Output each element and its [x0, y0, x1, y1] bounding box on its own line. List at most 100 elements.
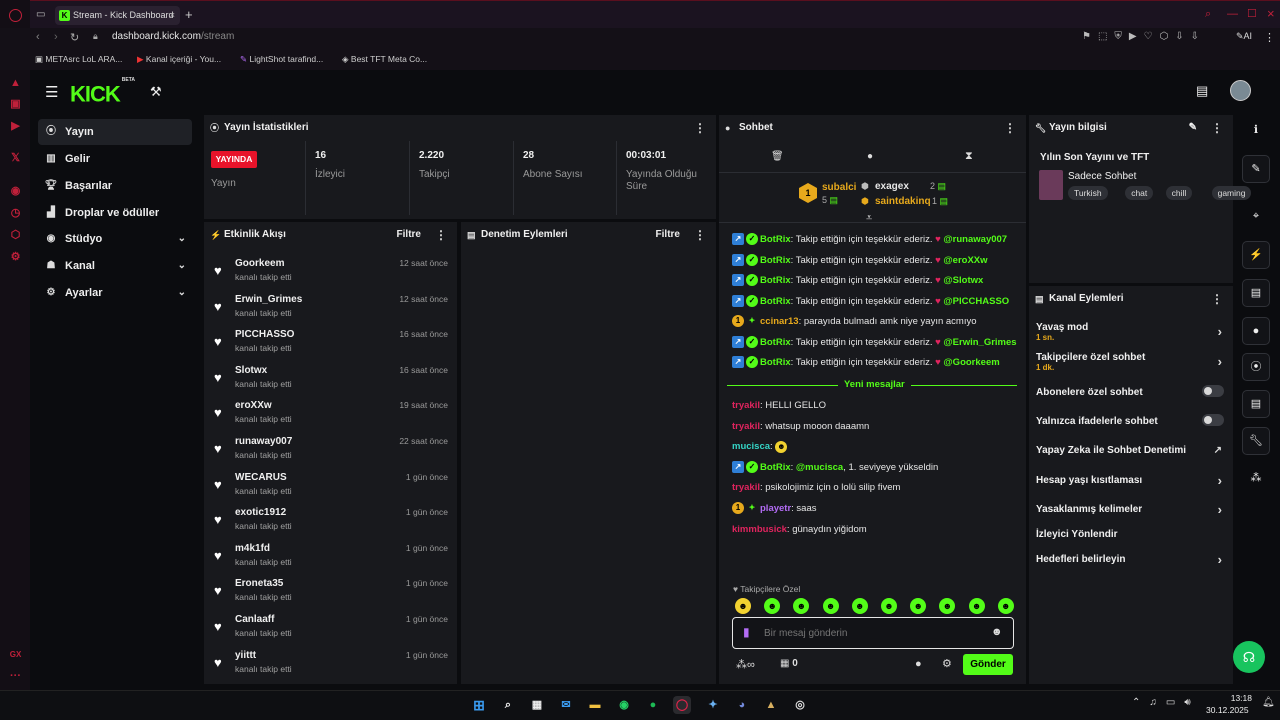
player-icon[interactable]: ◉	[9, 185, 22, 198]
chat-username[interactable]: BotRix	[760, 357, 791, 368]
feed-item[interactable]: ♥ Slotwx kanalı takip etti 16 saat önce	[214, 363, 450, 397]
share-icon[interactable]: ⁂	[1242, 465, 1270, 493]
settings-icon[interactable]: ⚙	[9, 251, 22, 264]
system-tray[interactable]: ⌃♫▭🔊︎	[1132, 697, 1200, 708]
more-icon[interactable]: ···	[9, 670, 22, 683]
more-options-icon[interactable]: ⋮	[1211, 115, 1223, 141]
chat-message[interactable]: tryakil: HELLI GELLO	[732, 398, 1022, 414]
leader-1-name[interactable]: subalci	[822, 182, 856, 193]
emote-icon[interactable]: ☻	[968, 598, 985, 614]
notification-icon[interactable]: 🔔︎	[1262, 697, 1275, 708]
tag-chip[interactable]: chat	[1125, 186, 1154, 200]
sidebar-item-studyo[interactable]: ◉ Stüdyo ⌄	[38, 226, 192, 252]
emote-icon[interactable]: ☻	[822, 598, 839, 614]
menu-icon[interactable]: ⋮	[1264, 31, 1275, 44]
emote-icon[interactable]: ☻	[735, 598, 751, 614]
back-icon[interactable]: ‹	[36, 31, 40, 43]
chat-mention[interactable]: @mucisca	[796, 462, 843, 473]
messenger-icon[interactable]: ▣	[9, 98, 22, 111]
toggle-switch[interactable]	[1202, 414, 1224, 426]
sidebar-item-droplar[interactable]: ▟ Droplar ve ödüller	[38, 200, 192, 226]
chat-mention[interactable]: @eroXXw	[943, 255, 987, 266]
channel-action-5[interactable]: Hesap yaşı kısıtlaması ›	[1036, 473, 1226, 488]
toolbar-icons[interactable]: ⚑⬚⛨▶♡⬡⇩⇩	[1082, 31, 1206, 42]
emoji-icon[interactable]: ☻	[991, 626, 1003, 638]
chat-settings-bubble-icon[interactable]: ●	[915, 658, 922, 670]
chat-username[interactable]: BotRix	[760, 296, 791, 307]
store-icon[interactable]: ▦	[528, 696, 546, 714]
chat-username[interactable]: BotRix	[760, 462, 791, 473]
hammer-icon[interactable]: ⚒	[150, 84, 162, 100]
toggle-switch[interactable]	[1202, 385, 1224, 397]
sidebar-item-yayin[interactable]: ⦿ Yayın	[38, 119, 192, 145]
feed-item[interactable]: ♥ Canlaaff kanalı takip etti 1 gün önce	[214, 612, 450, 646]
chat-username[interactable]: BotRix	[760, 234, 791, 245]
feed-item[interactable]: ♥ m4k1fd kanalı takip etti 1 gün önce	[214, 541, 450, 575]
channel-action-6[interactable]: Yasaklanmış kelimeler ›	[1036, 502, 1226, 517]
filter-button[interactable]: Filtre	[397, 222, 421, 248]
sidebar-item-kanal[interactable]: ☗ Kanal ⌄	[38, 253, 192, 279]
close-tab-icon[interactable]: ×	[170, 6, 175, 25]
mic-icon[interactable]: ▮	[743, 625, 750, 639]
url-field[interactable]: dashboard.kick.com/stream	[112, 31, 234, 42]
bookmark-lightshot[interactable]: ✎ LightShot tarafind...	[240, 54, 323, 65]
ai-button[interactable]: ✎AI	[1236, 31, 1252, 42]
channel-action-4[interactable]: Yapay Zeka ile Sohbet Denetimi ↗	[1036, 445, 1226, 456]
chat-username[interactable]: tryakil	[732, 400, 760, 411]
bookmark-tft[interactable]: ◈ Best TFT Meta Co...	[342, 54, 427, 65]
history-icon[interactable]: ◷	[9, 207, 22, 220]
youtube-icon[interactable]: ▶	[9, 120, 22, 133]
tag-chip[interactable]: Turkish	[1068, 186, 1108, 200]
gear-icon[interactable]: ⚙	[942, 657, 952, 670]
support-button[interactable]: ☊	[1233, 641, 1265, 673]
sidebar-item-gelir[interactable]: ▥ Gelir	[38, 146, 192, 172]
forward-icon[interactable]: ›	[54, 31, 58, 43]
feed-item[interactable]: ♥ PICCHASSO kanalı takip etti 16 saat önce	[214, 327, 450, 361]
sidebar-item-ayarlar[interactable]: ⚙ Ayarlar ⌄	[38, 280, 192, 306]
gx-icon[interactable]: GX	[9, 648, 22, 661]
document-icon[interactable]: ▤	[1242, 279, 1270, 307]
emote-icon[interactable]: ☻	[997, 598, 1014, 614]
league-icon[interactable]: ▲	[762, 696, 780, 714]
more-options-icon[interactable]: ⋮	[1211, 286, 1223, 312]
chat-input[interactable]	[764, 624, 974, 642]
hourglass-icon[interactable]: ⧗	[965, 150, 973, 163]
search-icon[interactable]: ⌕	[1205, 8, 1211, 21]
windows-start-icon[interactable]: ⊞	[470, 696, 488, 714]
ai-icon[interactable]: ▲	[9, 77, 22, 90]
chat-bubble-icon[interactable]: ●	[867, 151, 873, 162]
feed-item[interactable]: ♥ Erwin_Grimes kanalı takip etti 12 saat ön…	[214, 292, 450, 326]
chat-icon[interactable]: ●	[1242, 317, 1270, 345]
whatsapp-icon[interactable]: ◉	[615, 696, 633, 714]
more-options-icon[interactable]: ⋮	[1004, 115, 1016, 141]
edit-icon[interactable]: ✎	[1189, 115, 1197, 141]
tag-chip[interactable]: gaming	[1211, 186, 1252, 200]
app-icon[interactable]: ✦	[704, 696, 722, 714]
edit-icon[interactable]: ✎	[1242, 155, 1270, 183]
filter-button[interactable]: Filtre	[656, 222, 680, 248]
chat-message[interactable]: mucisca: ☻	[732, 439, 1022, 455]
chat-username[interactable]: mucisca	[732, 441, 770, 452]
channel-action-7[interactable]: İzleyici Yönlendir	[1036, 529, 1226, 540]
avatar[interactable]	[1230, 80, 1251, 101]
more-options-icon[interactable]: ⋮	[435, 222, 447, 248]
hamburger-icon[interactable]: ☰	[45, 83, 58, 101]
feed-item[interactable]: ♥ Goorkeem kanalı takip etti 12 saat önce	[214, 256, 450, 290]
chat-message[interactable]: ↗ ✓ BotRix: Takip ettiğin için teşekkür ed…	[732, 355, 1022, 371]
chat-mention[interactable]: @PICCHASSO	[943, 296, 1009, 307]
channel-action-1[interactable]: Takipçilere özel sohbet 1 dk. ›	[1036, 352, 1226, 372]
sidebar-item-basarilar[interactable]: 🏆︎ Başarılar	[38, 173, 192, 199]
chat-mention[interactable]: @Erwin_Grimes	[943, 337, 1016, 348]
close-window-icon[interactable]: ×	[1267, 6, 1275, 21]
chat-mention[interactable]: @Slotwx	[943, 275, 983, 286]
bookmark-youtube[interactable]: ▶ Kanal içeriği - You...	[137, 54, 221, 65]
chat-username[interactable]: BotRix	[760, 255, 791, 266]
chat-message[interactable]: ↗ ✓ BotRix: Takip ettiğin için teşekkür ed…	[732, 335, 1022, 351]
chat-username[interactable]: ccinar13	[760, 316, 799, 327]
channel-action-0[interactable]: Yavaş mod 1 sn. ›	[1036, 322, 1226, 342]
mail-icon[interactable]: ✉	[557, 696, 575, 714]
trash-icon[interactable]: 🗑︎	[771, 151, 784, 162]
chat-username[interactable]: BotRix	[760, 337, 791, 348]
channel-action-2[interactable]: Abonelere özel sohbet	[1036, 385, 1226, 398]
leader-2-name[interactable]: exagex	[875, 181, 909, 192]
